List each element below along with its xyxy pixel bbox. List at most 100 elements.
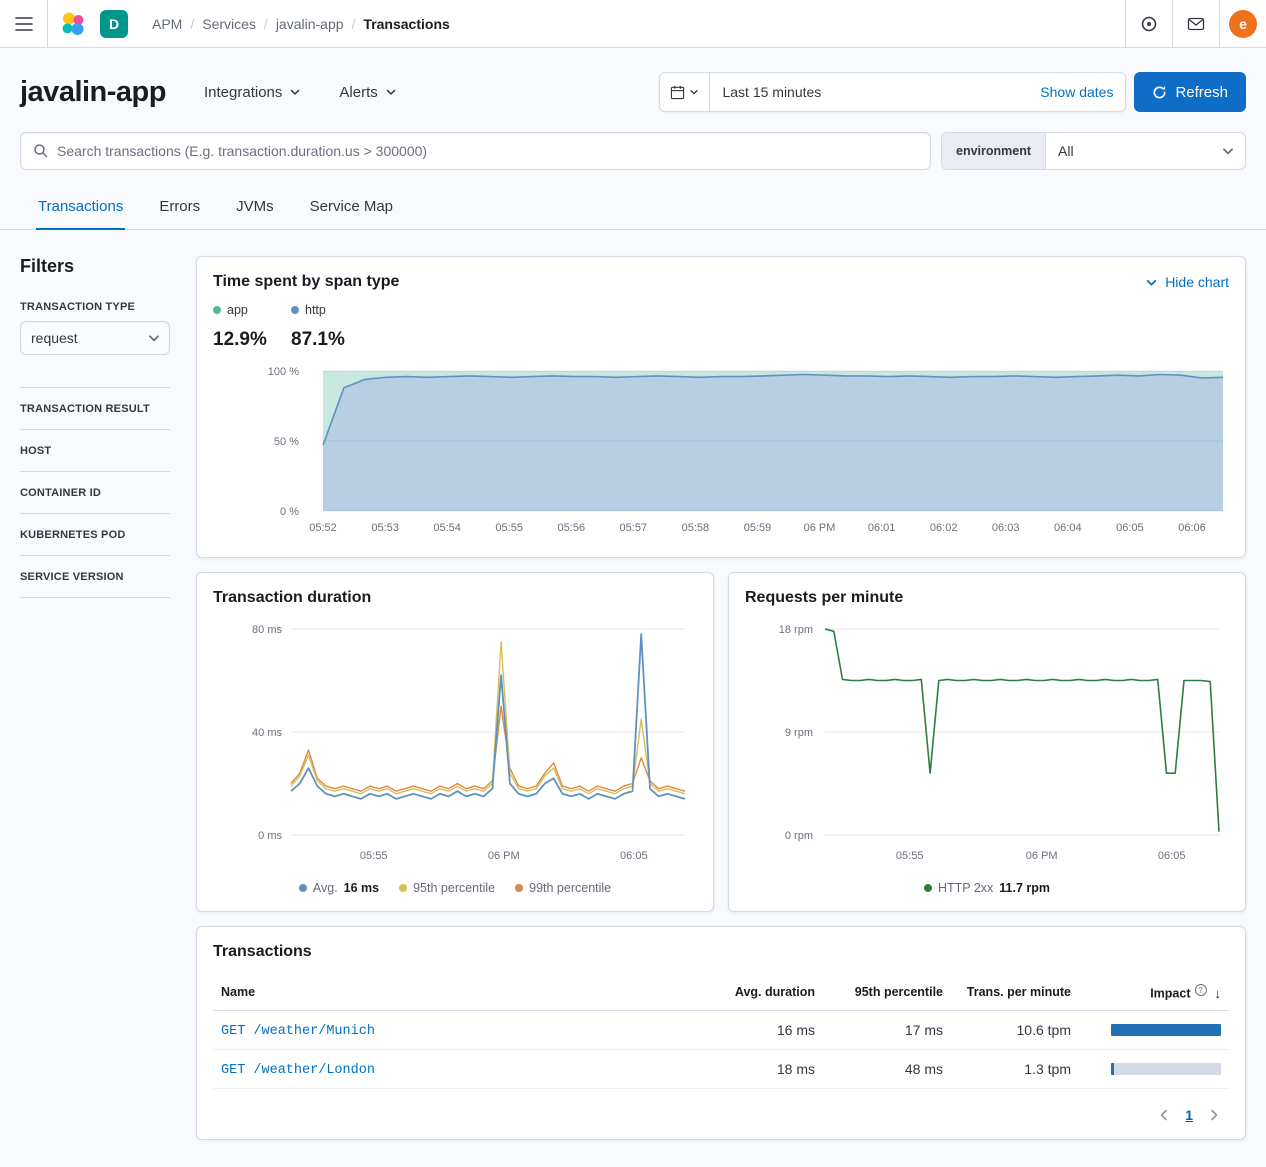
legend-item-http-2xx[interactable]: HTTP 2xx 11.7 rpm: [924, 881, 1050, 895]
hamburger-menu-button[interactable]: [0, 0, 48, 47]
tab-transactions[interactable]: Transactions: [36, 186, 125, 230]
legend-item-http[interactable]: http 87.1%: [291, 303, 353, 351]
transaction-type-select[interactable]: request: [20, 321, 170, 355]
show-dates-button[interactable]: Show dates: [1028, 84, 1125, 100]
page-number[interactable]: 1: [1185, 1107, 1193, 1123]
impact-info-icon[interactable]: ?: [1195, 984, 1207, 996]
refresh-button[interactable]: Refresh: [1134, 72, 1246, 112]
setup-guide-button[interactable]: [1125, 0, 1172, 47]
topbar-spacer: [458, 0, 1125, 47]
table-row: GET /weather/London 18 ms 48 ms 1.3 tpm: [213, 1049, 1229, 1088]
svg-text:0 ms: 0 ms: [258, 830, 282, 842]
next-page-button[interactable]: [1207, 1108, 1221, 1122]
filter-section-service-version[interactable]: SERVICE VERSION: [20, 555, 170, 597]
svg-text:05:55: 05:55: [896, 850, 924, 862]
user-avatar-button[interactable]: e: [1219, 0, 1266, 47]
alerts-menu-button[interactable]: Alerts: [339, 84, 396, 101]
time-range-button[interactable]: Last 15 minutes: [710, 84, 1028, 100]
column-header-trans-per-minute[interactable]: Trans. per minute: [951, 975, 1079, 1010]
filter-section-transaction-result[interactable]: TRANSACTION RESULT: [20, 387, 170, 429]
tpm-cell: 10.6 tpm: [951, 1010, 1079, 1049]
p95-cell: 17 ms: [823, 1010, 951, 1049]
svg-text:9 rpm: 9 rpm: [785, 727, 813, 739]
previous-page-button[interactable]: [1157, 1108, 1171, 1122]
duration-legend: Avg. 16 ms 95th percentile 99th percenti…: [213, 881, 697, 895]
transaction-duration-chart[interactable]: 0 ms40 ms80 ms05:5506 PM06:05: [213, 617, 695, 869]
elastic-logo-icon[interactable]: [60, 11, 86, 37]
chevron-left-icon: [1157, 1108, 1171, 1122]
column-header-impact[interactable]: Impact?↓: [1079, 975, 1229, 1010]
svg-text:06:04: 06:04: [1054, 522, 1082, 534]
impact-bar: [1111, 1024, 1221, 1036]
tab-service-map[interactable]: Service Map: [308, 186, 395, 230]
legend-label: Avg.: [313, 881, 338, 895]
calendar-icon: [670, 85, 685, 100]
svg-text:05:57: 05:57: [620, 522, 648, 534]
search-input[interactable]: [57, 143, 918, 159]
breadcrumb-services[interactable]: Services: [202, 16, 256, 32]
svg-text:50 %: 50 %: [274, 436, 299, 448]
main-column: Time spent by span type Hide chart app 1…: [196, 256, 1246, 1140]
service-header: javalin-app Integrations Alerts Last 15 …: [0, 48, 1266, 112]
legend-dot-icon: [924, 884, 932, 892]
legend-label: http: [305, 303, 326, 317]
sort-desc-icon[interactable]: ↓: [1215, 986, 1222, 1001]
svg-text:06 PM: 06 PM: [1026, 850, 1058, 862]
svg-text:06:02: 06:02: [930, 522, 958, 534]
filter-section-kubernetes-pod[interactable]: KUBERNETES POD: [20, 513, 170, 555]
transaction-link[interactable]: GET /weather/London: [221, 1063, 375, 1078]
legend-item-app[interactable]: app 12.9%: [213, 303, 275, 351]
svg-text:05:59: 05:59: [744, 522, 772, 534]
content: Filters TRANSACTION TYPE request TRANSAC…: [0, 230, 1266, 1154]
span-type-panel: Time spent by span type Hide chart app 1…: [196, 256, 1246, 558]
filter-sections: TRANSACTION RESULTHOSTCONTAINER IDKUBERN…: [20, 387, 170, 598]
hide-chart-button[interactable]: Hide chart: [1145, 274, 1229, 290]
transaction-duration-panel: Transaction duration 0 ms40 ms80 ms05:55…: [196, 572, 714, 912]
legend-label: 95th percentile: [413, 881, 495, 895]
quick-select-button[interactable]: [660, 73, 710, 111]
requests-per-minute-panel: Requests per minute 0 rpm9 rpm18 rpm05:5…: [728, 572, 1246, 912]
breadcrumb-javalin-app[interactable]: javalin-app: [276, 16, 344, 32]
requests-per-minute-chart[interactable]: 0 rpm9 rpm18 rpm05:5506 PM06:05: [745, 617, 1227, 869]
span-type-chart[interactable]: 0 %50 %100 %05:5205:5305:5405:5505:5605:…: [213, 361, 1227, 541]
legend-label: 99th percentile: [529, 881, 611, 895]
filter-section-host[interactable]: HOST: [20, 429, 170, 471]
transaction-type-label: TRANSACTION TYPE: [20, 301, 170, 313]
svg-text:100 %: 100 %: [268, 366, 299, 378]
column-header-name: Name: [213, 975, 695, 1010]
environment-filter: environment All: [941, 132, 1246, 170]
legend-dot-icon: [291, 306, 299, 314]
tab-bar: Transactions Errors JVMs Service Map: [0, 186, 1266, 230]
svg-text:06:05: 06:05: [1116, 522, 1144, 534]
transaction-link[interactable]: GET /weather/Munich: [221, 1024, 375, 1039]
span-percentage: 12.9%: [213, 329, 275, 351]
legend-item-99th-percentile[interactable]: 99th percentile: [515, 881, 611, 895]
integrations-menu-button[interactable]: Integrations: [204, 84, 301, 101]
tab-jvms[interactable]: JVMs: [234, 186, 276, 230]
column-header-avg-duration[interactable]: Avg. duration: [695, 975, 823, 1010]
legend-item-avg[interactable]: Avg. 16 ms: [299, 881, 379, 895]
search-box: [20, 132, 931, 170]
svg-text:80 ms: 80 ms: [252, 624, 282, 636]
svg-text:05:56: 05:56: [558, 522, 586, 534]
environment-select[interactable]: All: [1046, 133, 1245, 169]
tab-errors[interactable]: Errors: [157, 186, 202, 230]
span-type-title: Time spent by span type: [213, 273, 399, 291]
avg-duration-cell: 18 ms: [695, 1049, 823, 1088]
space-avatar[interactable]: D: [100, 10, 128, 38]
pagination: 1: [213, 1107, 1229, 1123]
legend-item-95th-percentile[interactable]: 95th percentile: [399, 881, 495, 895]
svg-text:40 ms: 40 ms: [252, 727, 282, 739]
column-header-95th-percentile[interactable]: 95th percentile: [823, 975, 951, 1010]
breadcrumb-apm[interactable]: APM: [152, 16, 182, 32]
svg-text:05:55: 05:55: [495, 522, 523, 534]
newsfeed-button[interactable]: [1172, 0, 1219, 47]
svg-text:05:54: 05:54: [433, 522, 461, 534]
legend-dot-icon: [213, 306, 221, 314]
apm-transactions-page: D APM/Services/javalin-app/Transactions …: [0, 0, 1266, 1154]
span-type-legend: app 12.9% http 87.1%: [213, 303, 1229, 351]
svg-text:18 rpm: 18 rpm: [779, 624, 813, 636]
ring-icon: [1140, 15, 1158, 33]
span-percentage: 87.1%: [291, 329, 353, 351]
filter-section-container-id[interactable]: CONTAINER ID: [20, 471, 170, 513]
